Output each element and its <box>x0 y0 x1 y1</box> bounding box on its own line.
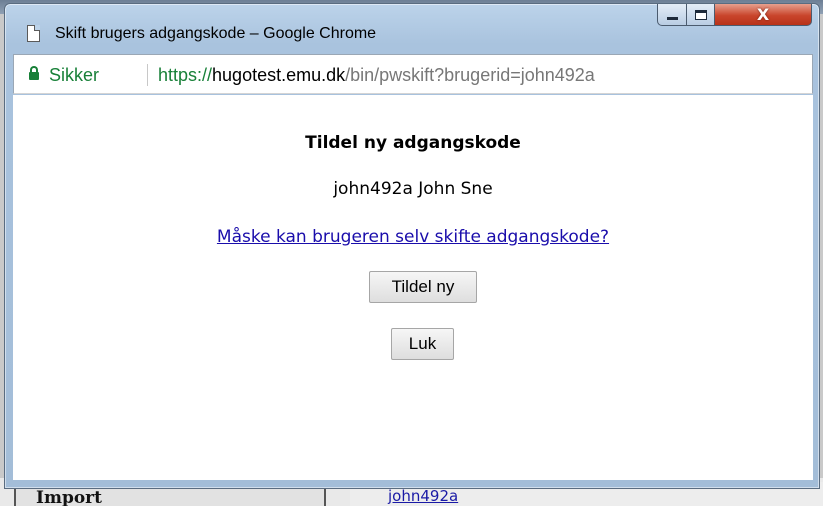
title-bar[interactable]: Skift brugers adgangskode – Google Chrom… <box>5 4 819 48</box>
background-user-link[interactable]: john492a <box>388 487 458 505</box>
minimize-button[interactable] <box>657 4 687 26</box>
minimize-icon <box>666 17 678 20</box>
close-window-button[interactable]: X <box>714 4 812 26</box>
secure-label[interactable]: Sikker <box>49 64 99 86</box>
self-change-password-link[interactable]: Måske kan brugeren selv skifte adgangsko… <box>217 227 609 247</box>
url-text[interactable]: https://hugotest.emu.dk/bin/pwskift?brug… <box>158 64 595 86</box>
close-button[interactable]: Luk <box>391 328 454 360</box>
self-change-link-container: Måske kan brugeren selv skifte adgangsko… <box>13 226 813 248</box>
url-scheme: https:// <box>158 65 213 85</box>
user-info: john492a John Sne <box>333 179 493 199</box>
lock-icon[interactable] <box>29 66 39 80</box>
address-bar[interactable]: Sikker https://hugotest.emu.dk/bin/pwski… <box>13 54 813 94</box>
assign-new-password-button[interactable]: Tildel ny <box>369 271 477 303</box>
url-path: /bin/pwskift?brugerid=john492a <box>345 65 595 85</box>
page-content: Tildel ny adgangskode john492a John Sne … <box>13 95 813 480</box>
page-title: Tildel ny adgangskode <box>305 133 521 153</box>
url-host: hugotest.emu.dk <box>212 65 346 85</box>
close-icon: X <box>756 4 770 24</box>
window-title: Skift brugers adgangskode – Google Chrom… <box>55 25 377 42</box>
maximize-button[interactable] <box>686 4 715 26</box>
page-icon <box>27 25 40 42</box>
maximize-icon <box>694 9 707 20</box>
popup-window: Skift brugers adgangskode – Google Chrom… <box>4 3 820 489</box>
background-sidebar-import-label: Import <box>36 488 102 506</box>
address-separator <box>147 64 148 86</box>
